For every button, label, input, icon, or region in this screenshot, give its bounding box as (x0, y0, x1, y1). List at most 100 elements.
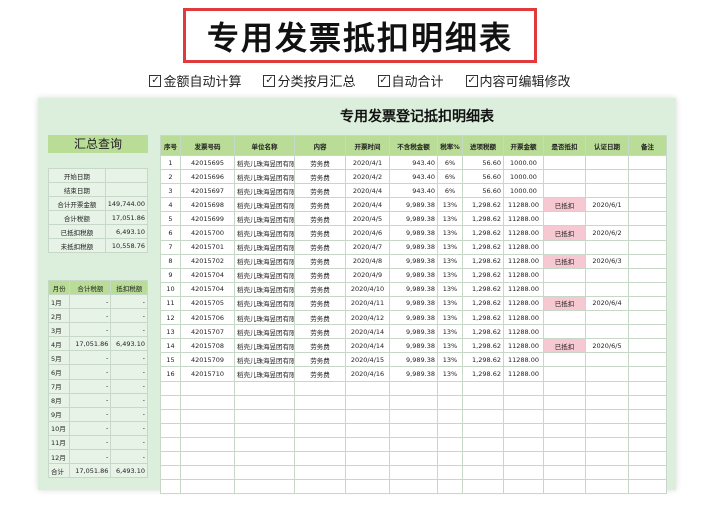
table-cell[interactable]: 11288.00 (503, 352, 544, 368)
empty-cell[interactable] (180, 408, 235, 424)
table-cell[interactable]: 11288.00 (503, 225, 544, 241)
table-cell[interactable]: 943.40 (389, 154, 438, 171)
table-cell[interactable]: 13% (437, 211, 463, 227)
table-cell[interactable]: 1,298.62 (462, 225, 504, 241)
table-cell[interactable] (585, 324, 629, 340)
column-header[interactable]: 内容 (294, 135, 346, 156)
table-cell[interactable]: 1,298.62 (462, 366, 504, 382)
table-cell[interactable] (628, 225, 667, 241)
table-cell[interactable]: 14 (160, 338, 181, 354)
table-cell[interactable]: 42015709 (180, 352, 235, 368)
table-cell[interactable]: 13% (437, 253, 463, 269)
table-cell[interactable]: 42015705 (180, 295, 235, 312)
table-cell[interactable]: 2020/4/14 (345, 324, 390, 340)
table-cell[interactable]: 1,298.62 (462, 295, 504, 312)
table-cell[interactable] (543, 310, 586, 326)
empty-cell[interactable] (503, 450, 544, 467)
table-cell[interactable]: 11288.00 (503, 211, 544, 227)
empty-cell[interactable] (160, 380, 181, 396)
table-cell[interactable]: 稻壳儿珠海昱团有限公司 (234, 253, 295, 269)
empty-cell[interactable] (345, 450, 390, 467)
empty-cell[interactable] (543, 408, 586, 424)
table-cell[interactable]: 11288.00 (503, 239, 544, 255)
table-cell[interactable]: 943.40 (389, 183, 438, 199)
table-cell[interactable]: 劳务费 (294, 183, 346, 199)
table-cell[interactable]: 9,989.38 (389, 225, 438, 241)
empty-cell[interactable] (294, 422, 346, 438)
empty-cell[interactable] (345, 380, 390, 396)
table-cell[interactable]: 42015704 (180, 281, 235, 297)
table-cell[interactable]: 1,298.62 (462, 253, 504, 269)
table-cell[interactable]: 12 (160, 310, 181, 326)
empty-cell[interactable] (234, 479, 295, 495)
empty-cell[interactable] (462, 394, 504, 410)
summary-value[interactable] (104, 182, 149, 197)
table-cell[interactable]: 1,298.62 (462, 310, 504, 326)
table-cell[interactable] (543, 281, 586, 297)
empty-cell[interactable] (503, 479, 544, 495)
table-cell[interactable] (628, 310, 667, 326)
table-cell[interactable] (585, 267, 629, 283)
empty-cell[interactable] (585, 479, 629, 495)
table-cell[interactable]: 6 (160, 225, 181, 241)
table-cell[interactable] (628, 154, 667, 171)
empty-cell[interactable] (234, 422, 295, 438)
table-cell[interactable] (585, 352, 629, 368)
table-cell[interactable]: 7 (160, 239, 181, 255)
table-cell[interactable] (628, 169, 667, 185)
table-cell[interactable] (543, 267, 586, 283)
table-cell[interactable]: 42015710 (180, 366, 235, 382)
column-header[interactable]: 认证日期 (585, 135, 629, 156)
table-cell[interactable]: 2020/4/2 (345, 169, 390, 185)
empty-cell[interactable] (389, 408, 438, 424)
empty-cell[interactable] (234, 450, 295, 467)
table-cell[interactable] (628, 183, 667, 199)
empty-cell[interactable] (628, 450, 667, 467)
column-header[interactable]: 开票金额 (503, 135, 544, 156)
table-cell[interactable]: 11288.00 (503, 366, 544, 382)
empty-cell[interactable] (294, 408, 346, 424)
table-cell[interactable] (628, 324, 667, 340)
empty-cell[interactable] (437, 465, 463, 481)
empty-cell[interactable] (585, 380, 629, 396)
table-cell[interactable]: 2020/6/5 (585, 338, 629, 354)
table-cell[interactable]: 9,989.38 (389, 211, 438, 227)
table-cell[interactable] (543, 352, 586, 368)
empty-cell[interactable] (389, 422, 438, 438)
table-cell[interactable]: 稻壳儿珠海昱团有限公司 (234, 324, 295, 340)
table-cell[interactable]: 13% (437, 352, 463, 368)
table-cell[interactable]: 稻壳儿珠海昱团有限公司 (234, 225, 295, 241)
empty-cell[interactable] (389, 450, 438, 467)
table-cell[interactable]: 稻壳儿珠海昱团有限公司 (234, 281, 295, 297)
empty-cell[interactable] (628, 436, 667, 452)
table-cell[interactable]: 劳务费 (294, 267, 346, 283)
empty-cell[interactable] (462, 380, 504, 396)
empty-cell[interactable] (234, 380, 295, 396)
table-cell[interactable]: 2020/4/6 (345, 225, 390, 241)
column-header[interactable]: 发票号码 (180, 135, 235, 156)
table-cell[interactable] (543, 239, 586, 255)
table-cell[interactable]: 2020/4/8 (345, 253, 390, 269)
empty-cell[interactable] (585, 436, 629, 452)
table-cell[interactable]: 13 (160, 324, 181, 340)
table-cell[interactable]: 56.60 (462, 169, 504, 185)
table-cell[interactable] (543, 183, 586, 199)
empty-cell[interactable] (389, 380, 438, 396)
table-cell[interactable]: 9,989.38 (389, 310, 438, 326)
empty-cell[interactable] (543, 394, 586, 410)
table-cell[interactable]: 2020/6/3 (585, 253, 629, 269)
table-cell[interactable]: 稻壳儿珠海昱团有限公司 (234, 239, 295, 255)
table-cell[interactable]: 11288.00 (503, 267, 544, 283)
column-header[interactable]: 单位名称 (234, 135, 295, 156)
summary-value[interactable] (104, 168, 149, 183)
table-cell[interactable]: 56.60 (462, 183, 504, 199)
table-cell[interactable]: 9,989.38 (389, 267, 438, 283)
column-header[interactable]: 进项税额 (462, 135, 504, 156)
table-cell[interactable]: 2020/4/12 (345, 310, 390, 326)
empty-cell[interactable] (543, 465, 586, 481)
table-cell[interactable]: 2020/6/2 (585, 225, 629, 241)
empty-cell[interactable] (585, 394, 629, 410)
table-cell[interactable] (628, 295, 667, 312)
table-cell[interactable] (585, 366, 629, 382)
table-cell[interactable]: 9,989.38 (389, 352, 438, 368)
